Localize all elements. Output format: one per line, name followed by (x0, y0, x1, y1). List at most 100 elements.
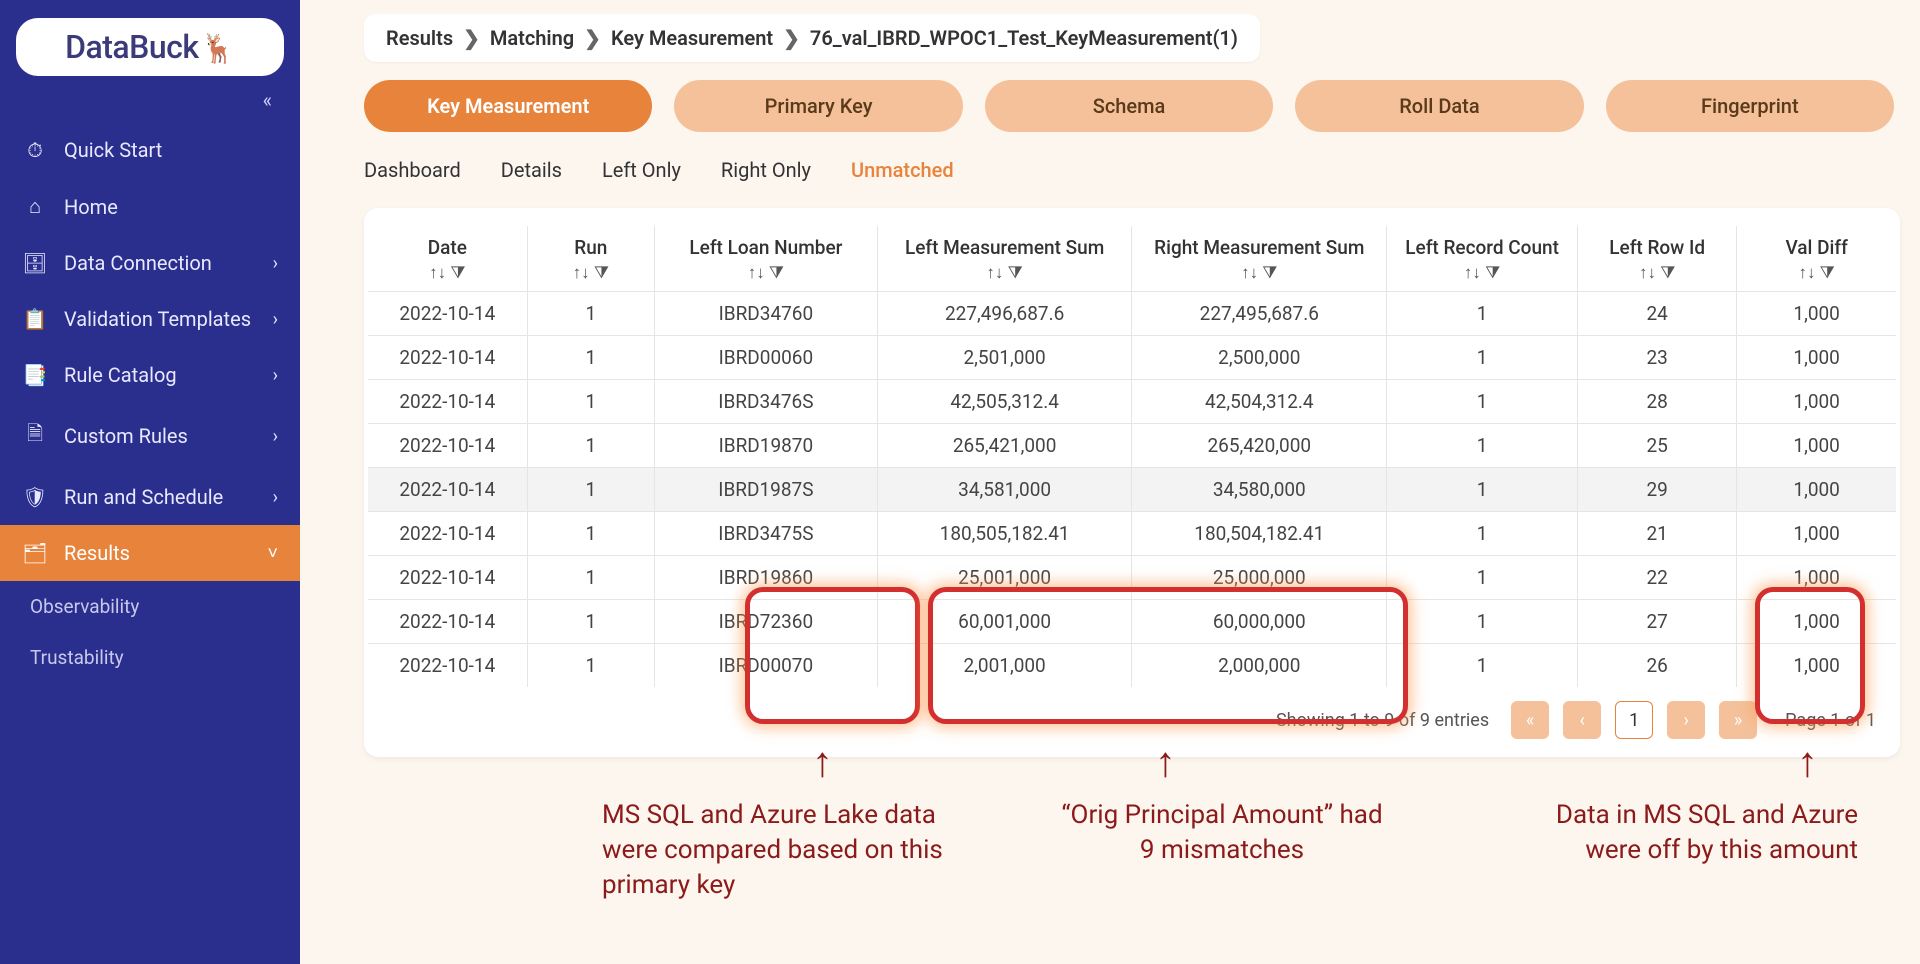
column-header[interactable]: Left Row Id↑↓ ⧩ (1578, 226, 1737, 292)
sort-filter-icon[interactable]: ↑↓ ⧩ (1138, 263, 1380, 283)
breadcrumb-item[interactable]: Matching (490, 26, 574, 50)
column-header[interactable]: Left Loan Number↑↓ ⧩ (654, 226, 877, 292)
sidebar-item-run-and-schedule[interactable]: 🛡Run and Schedule› (0, 469, 300, 525)
database-icon: 🗄 (22, 251, 48, 275)
sidebar-item-results[interactable]: 🗂Results˅ (0, 525, 300, 581)
table-cell: 1,000 (1737, 600, 1896, 644)
column-header[interactable]: Date ↑↓ ⧩ (368, 226, 527, 292)
sort-filter-icon[interactable]: ↑↓ ⧩ (374, 263, 521, 283)
table-row[interactable]: 2022-10-141IBRD1986025,001,00025,000,000… (368, 556, 1896, 600)
table-row[interactable]: 2022-10-141IBRD3476S42,505,312.442,504,3… (368, 380, 1896, 424)
chevron-right-icon: › (273, 365, 278, 386)
column-header[interactable]: Left Record Count ↑↓ ⧩ (1387, 226, 1578, 292)
annotation-text: Data in MS SQL and Azure were off by thi… (1538, 798, 1858, 868)
table-cell: 1,000 (1737, 644, 1896, 688)
pill-tab-primary-key[interactable]: Primary Key (674, 80, 962, 132)
pill-tab-roll-data[interactable]: Roll Data (1295, 80, 1583, 132)
table-cell: 42,505,312.4 (877, 380, 1132, 424)
annotation-text: “Orig Principal Amount” had 9 mismatches (1052, 798, 1392, 868)
table-cell: 265,421,000 (877, 424, 1132, 468)
column-header-label: Left Record Count (1393, 236, 1571, 259)
table-cell: 1 (527, 424, 654, 468)
sort-filter-icon[interactable]: ↑↓ ⧩ (661, 263, 871, 283)
sidebar-item-quick-start[interactable]: ⏱Quick Start (0, 122, 300, 178)
logo: DataBuck🦌 (16, 18, 284, 76)
sort-filter-icon[interactable]: ↑↓ ⧩ (534, 263, 648, 283)
sidebar-item-home[interactable]: ⌂ Home (0, 178, 300, 235)
column-header[interactable]: Val Diff↑↓ ⧩ (1737, 226, 1896, 292)
sort-filter-icon[interactable]: ↑↓ ⧩ (1393, 263, 1571, 283)
sidebar-item-label: Rule Catalog (64, 363, 177, 387)
pagination-info: Showing 1 to 9 of 9 entries (1276, 710, 1489, 731)
table-cell: 1 (1387, 336, 1578, 380)
pagination-last-button[interactable]: » (1719, 701, 1757, 739)
pill-tab-key-measurement[interactable]: Key Measurement (364, 80, 652, 132)
column-header[interactable]: Left Measurement Sum↑↓ ⧩ (877, 226, 1132, 292)
sidebar-collapse-button[interactable]: « (0, 84, 300, 122)
table-row[interactable]: 2022-10-141IBRD000602,501,0002,500,00012… (368, 336, 1896, 380)
chevron-right-icon: › (273, 309, 278, 330)
pagination-current: 1 (1615, 701, 1653, 739)
table-cell: IBRD19860 (654, 556, 877, 600)
table-cell: 1 (527, 468, 654, 512)
pagination-page-label: Page 1 of 1 (1785, 710, 1876, 731)
table-cell: 2022-10-14 (368, 600, 527, 644)
breadcrumb-item[interactable]: Results (386, 26, 453, 50)
table-cell: IBRD19870 (654, 424, 877, 468)
table-row[interactable]: 2022-10-141IBRD3475S180,505,182.41180,50… (368, 512, 1896, 556)
pagination-next-button[interactable]: › (1667, 701, 1705, 739)
table-cell: IBRD1987S (654, 468, 877, 512)
table-cell: 25,000,000 (1132, 556, 1387, 600)
sidebar-item-label: Home (64, 195, 118, 219)
sidebar-item-validation-templates[interactable]: 📋Validation Templates› (0, 291, 300, 347)
table-cell: 2022-10-14 (368, 556, 527, 600)
table-cell: 265,420,000 (1132, 424, 1387, 468)
table-row[interactable]: 2022-10-141IBRD34760227,496,687.6227,495… (368, 292, 1896, 336)
home-icon: ⌂ (22, 194, 48, 219)
column-header[interactable]: Run↑↓ ⧩ (527, 226, 654, 292)
sort-filter-icon[interactable]: ↑↓ ⧩ (884, 263, 1126, 283)
table-cell: 29 (1578, 468, 1737, 512)
annotation-text: MS SQL and Azure Lake data were compared… (602, 798, 982, 903)
table-cell: 1 (1387, 380, 1578, 424)
table-cell: 24 (1578, 292, 1737, 336)
table-cell: 23 (1578, 336, 1737, 380)
table-row[interactable]: 2022-10-141IBRD7236060,001,00060,000,000… (368, 600, 1896, 644)
chevron-down-icon: ˅ (267, 543, 278, 564)
sidebar-item-rule-catalog[interactable]: 📑Rule Catalog› (0, 347, 300, 403)
column-header[interactable]: Right Measurement Sum↑↓ ⧩ (1132, 226, 1387, 292)
subtab-left-only[interactable]: Left Only (602, 158, 681, 182)
breadcrumb: Results❯Matching❯Key Measurement❯76_val_… (364, 14, 1260, 62)
sort-filter-icon[interactable]: ↑↓ ⧩ (1584, 263, 1730, 283)
sidebar-item-label: Quick Start (64, 138, 162, 162)
sort-filter-icon[interactable]: ↑↓ ⧩ (1743, 263, 1890, 283)
pill-tab-fingerprint[interactable]: Fingerprint (1606, 80, 1894, 132)
sidebar-item-data-connection[interactable]: 🗄Data Connection› (0, 235, 300, 291)
subtab-details[interactable]: Details (501, 158, 562, 182)
subtab-dashboard[interactable]: Dashboard (364, 158, 461, 182)
sidebar-subitem-observability[interactable]: Observability (0, 581, 300, 632)
pagination-first-button[interactable]: « (1511, 701, 1549, 739)
sidebar-subitem-trustability[interactable]: Trustability (0, 632, 300, 683)
pill-tab-schema[interactable]: Schema (985, 80, 1273, 132)
table-cell: 1 (527, 380, 654, 424)
table-row[interactable]: 2022-10-141IBRD19870265,421,000265,420,0… (368, 424, 1896, 468)
table-cell: 2022-10-14 (368, 380, 527, 424)
table-row[interactable]: 2022-10-141IBRD1987S34,581,00034,580,000… (368, 468, 1896, 512)
sidebar-item-label: Run and Schedule (64, 485, 223, 509)
table-cell: 27 (1578, 600, 1737, 644)
results-icon: 🗂 (22, 541, 48, 565)
subtab-unmatched[interactable]: Unmatched (851, 158, 954, 182)
breadcrumb-item[interactable]: Key Measurement (611, 26, 773, 50)
template-icon: 📋 (22, 307, 48, 331)
pagination-prev-button[interactable]: ‹ (1563, 701, 1601, 739)
table-row[interactable]: 2022-10-141IBRD000702,001,0002,000,00012… (368, 644, 1896, 688)
subtab-right-only[interactable]: Right Only (721, 158, 811, 182)
column-header-label: Date (374, 236, 521, 259)
pill-tabs: Key Measurement Primary Key Schema Roll Dat… (364, 80, 1894, 132)
table-cell: 26 (1578, 644, 1737, 688)
table-cell: 1 (527, 644, 654, 688)
table-cell: 34,581,000 (877, 468, 1132, 512)
table-cell: 1 (1387, 600, 1578, 644)
sidebar-item-custom-rules[interactable]: 🗎Custom Rules› (0, 403, 300, 469)
